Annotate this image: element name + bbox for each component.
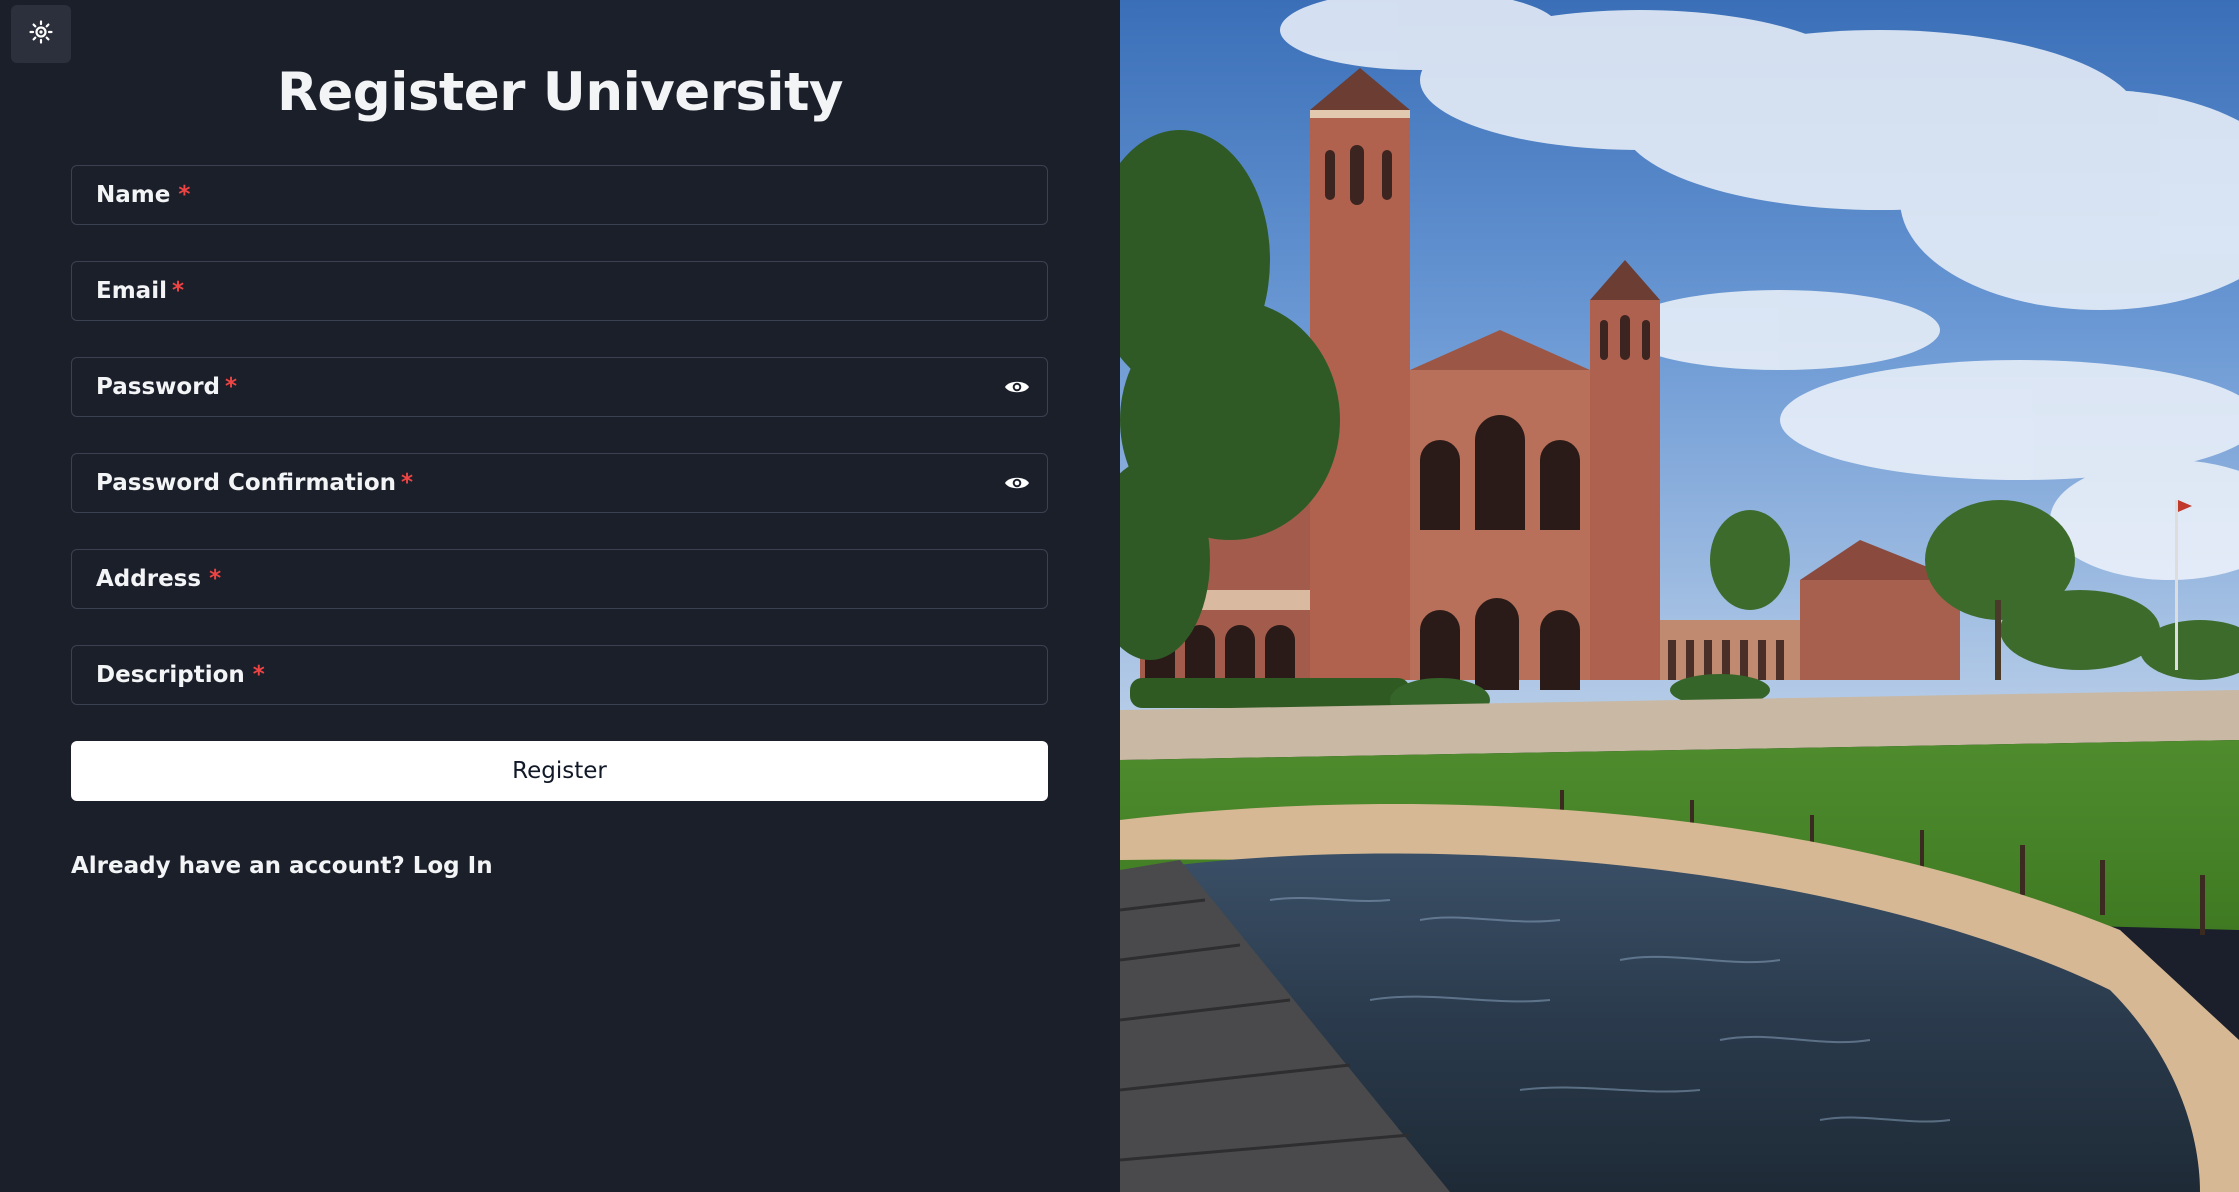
page-title: Register University	[277, 62, 843, 123]
required-marker: *	[178, 182, 191, 208]
campus-hero-image	[1120, 0, 2239, 1192]
description-label: Description	[96, 662, 245, 688]
required-marker: *	[401, 470, 414, 496]
address-label: Address	[96, 566, 202, 592]
description-field[interactable]: Description *	[71, 645, 1048, 705]
register-button[interactable]: Register	[71, 741, 1048, 801]
sun-icon	[29, 19, 53, 49]
theme-toggle-button[interactable]	[11, 5, 71, 63]
login-prompt: Already have an account? Log In	[71, 853, 493, 879]
password-confirmation-field[interactable]: Password Confirmation *	[71, 453, 1048, 513]
eye-icon[interactable]	[1003, 473, 1031, 493]
name-field[interactable]: Name *	[71, 165, 1048, 225]
email-label: Email	[96, 278, 167, 304]
login-link[interactable]: Log In	[413, 853, 493, 879]
address-field[interactable]: Address *	[71, 549, 1048, 609]
login-prompt-text: Already have an account?	[71, 853, 405, 879]
required-marker: *	[252, 662, 265, 688]
required-marker: *	[225, 374, 238, 400]
password-field[interactable]: Password *	[71, 357, 1048, 417]
required-marker: *	[209, 566, 222, 592]
eye-icon[interactable]	[1003, 377, 1031, 397]
register-panel: Register University Name * Email * Passw…	[0, 0, 1120, 1192]
password-label: Password	[96, 374, 220, 400]
email-field[interactable]: Email *	[71, 261, 1048, 321]
required-marker: *	[171, 278, 184, 304]
password-confirmation-label: Password Confirmation	[96, 470, 396, 496]
name-label: Name	[96, 182, 171, 208]
